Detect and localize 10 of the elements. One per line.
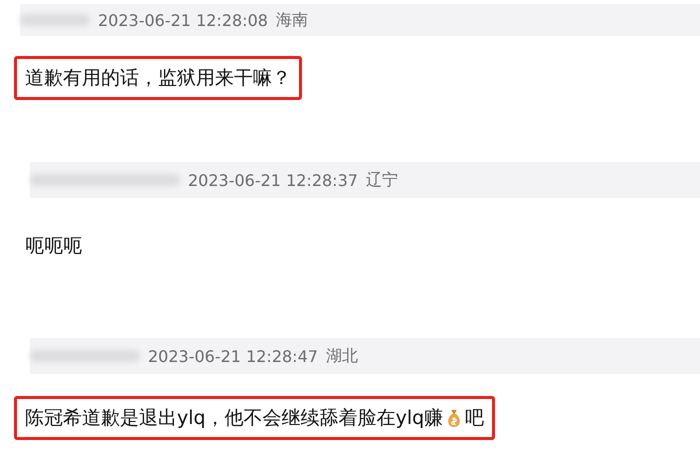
comment-timestamp: 2023-06-21 12:28:47 [148,346,318,366]
comment-location: 湖北 [326,346,358,366]
comment-location: 海南 [276,10,308,30]
comment-timestamp: 2023-06-21 12:28:37 [188,170,358,190]
comment-text: 陈冠希道歉是退出ylq，他不会继续舔着脸在ylq赚 [25,406,444,431]
comment-text: 呃呃呃 [25,234,82,259]
comment-timestamp: 2023-06-21 12:28:08 [98,10,268,30]
comment-text: 道歉有用的话，监狱用来干嘛？ [25,66,291,91]
comment-location: 辽宁 [366,170,398,190]
comment-text: 吧 [465,406,484,431]
